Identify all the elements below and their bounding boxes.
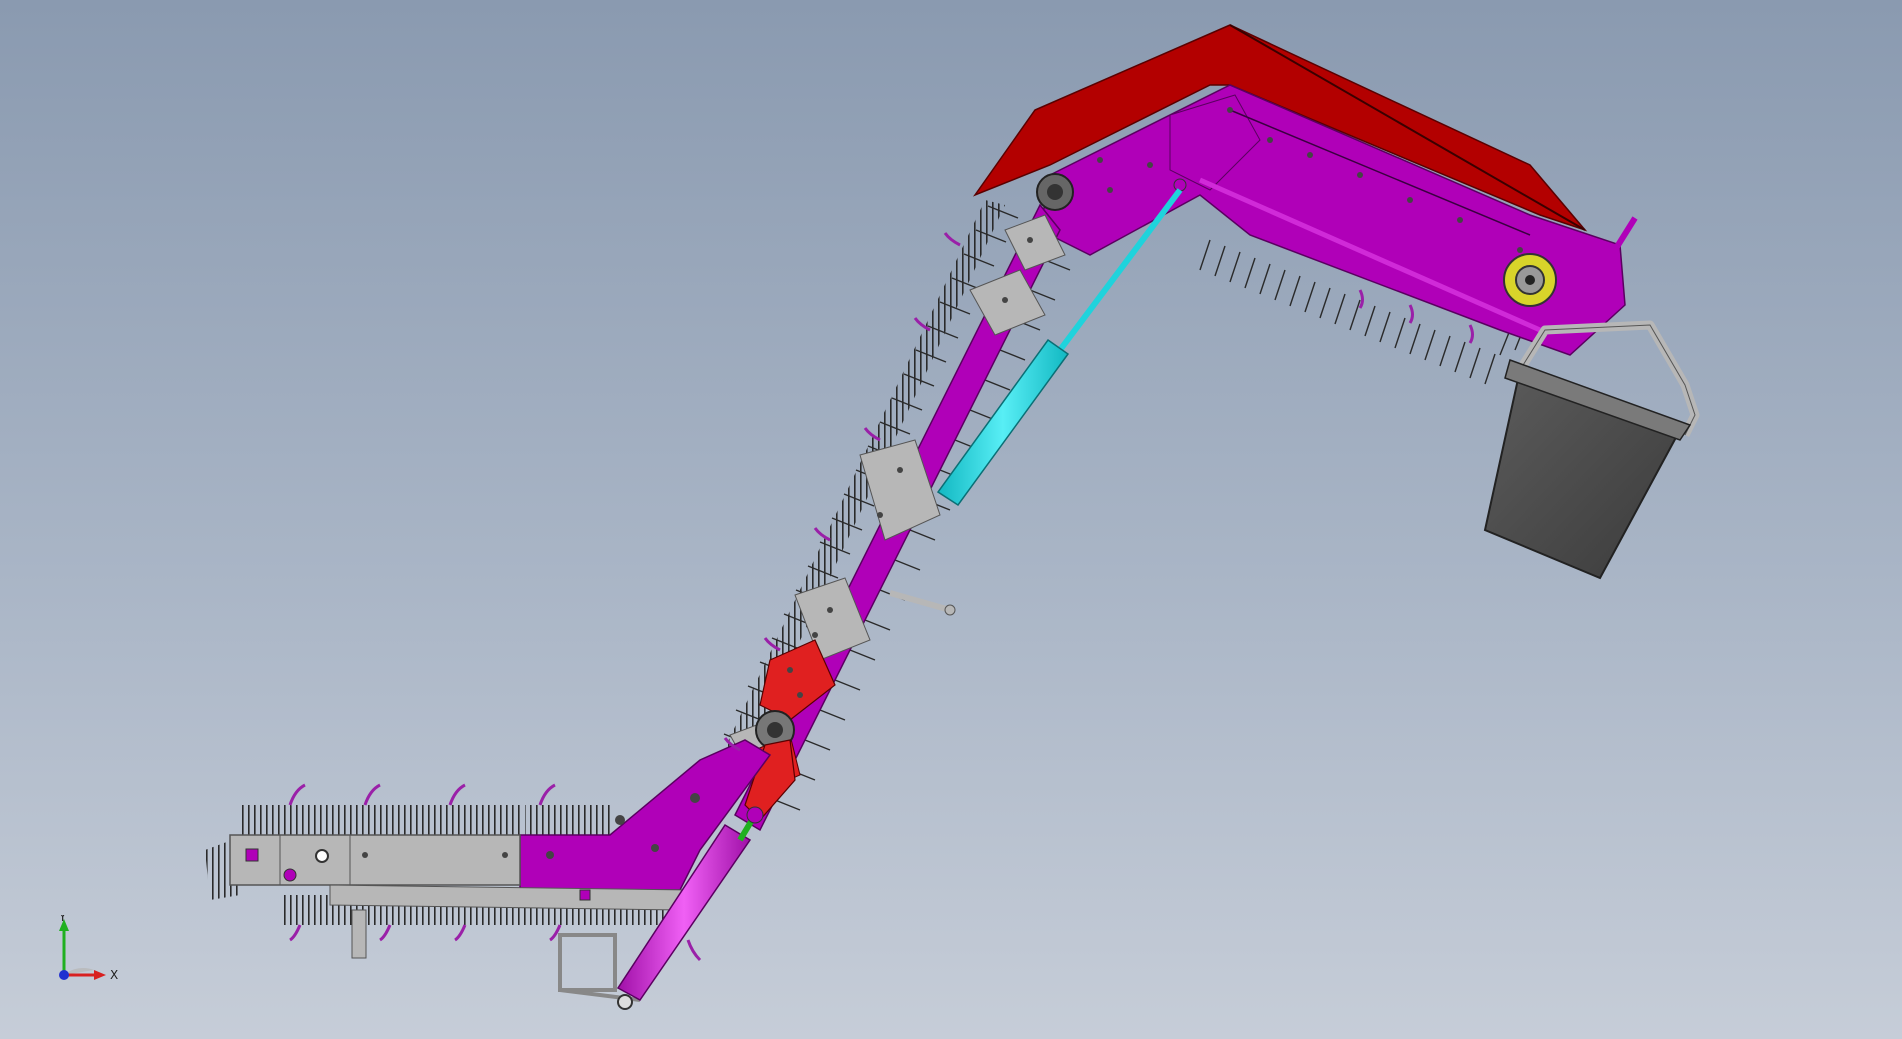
lower-frame[interactable] [229,834,521,886]
z-axis-dot [59,970,69,980]
collection-bucket[interactable] [1483,359,1692,580]
conveyor-model[interactable] [0,0,1902,1039]
drive-bearing[interactable] [1503,253,1557,307]
graphics-viewport[interactable]: Y X [0,0,1902,1039]
lower-bristle-row-top [240,805,610,835]
x-axis-label: X [110,968,118,982]
upper-bend-bearing[interactable] [1036,173,1074,211]
orientation-triad[interactable]: Y X [50,915,130,985]
y-axis-label: Y [58,915,67,924]
